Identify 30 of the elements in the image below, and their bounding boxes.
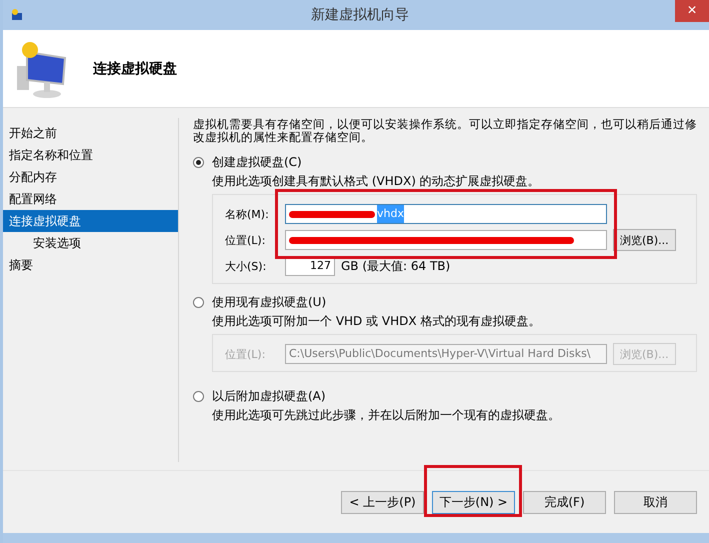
- nav-item[interactable]: 分配内存: [3, 166, 178, 188]
- nav-item[interactable]: 摘要: [3, 254, 178, 276]
- intro-text: 虚拟机需要具有存储空间，以便可以安装操作系统。可以立即指定存储空间，也可以稍后通过修改虚拟机的属性来配置存储空间。: [193, 118, 697, 144]
- wizard-button[interactable]: 完成(F): [523, 490, 606, 514]
- radio-button[interactable]: [193, 390, 204, 402]
- nav-item[interactable]: 开始之前: [3, 122, 178, 144]
- field-label: 大小(S):: [225, 258, 268, 274]
- field-label: 位置(L):: [225, 346, 266, 362]
- nav-item[interactable]: 安装选项: [3, 232, 178, 254]
- nav-item[interactable]: 连接虚拟硬盘: [3, 210, 178, 232]
- field-label: 名称(M):: [225, 206, 270, 222]
- app-icon: [11, 8, 25, 22]
- nav-item[interactable]: 指定名称和位置: [3, 144, 178, 166]
- option-description: 使用此选项可先跳过此步骤，并在以后附加一个现有的虚拟硬盘。: [211, 407, 561, 424]
- wizard-button[interactable]: 取消: [614, 490, 697, 514]
- page-title: 连接虚拟硬盘: [93, 60, 177, 78]
- wizard-button[interactable]: 下一步(N) >: [432, 490, 515, 514]
- option-description: 使用此选项可附加一个 VHD 或 VHDX 格式的现有虚拟硬盘。: [211, 313, 542, 330]
- radio-option[interactable]: 创建虚拟硬盘(C): [193, 152, 697, 172]
- radio-option[interactable]: 以后附加虚拟硬盘(A): [193, 386, 697, 406]
- window-title: 新建虚拟机向导: [310, 6, 410, 24]
- close-button[interactable]: ×: [675, 0, 709, 22]
- size-note: GB (最大值: 64 TB): [341, 258, 450, 274]
- nav-item[interactable]: 配置网络: [3, 188, 178, 210]
- radio-button[interactable]: [193, 156, 204, 168]
- field-label: 位置(L):: [225, 232, 266, 248]
- browse-button[interactable]: 浏览(B)...: [613, 229, 676, 251]
- option-description: 使用此选项创建具有默认格式 (VHDX) 的动态扩展虚拟硬盘。: [211, 173, 541, 190]
- location-field[interactable]: [285, 230, 607, 250]
- wizard-button[interactable]: < 上一步(P): [341, 490, 424, 514]
